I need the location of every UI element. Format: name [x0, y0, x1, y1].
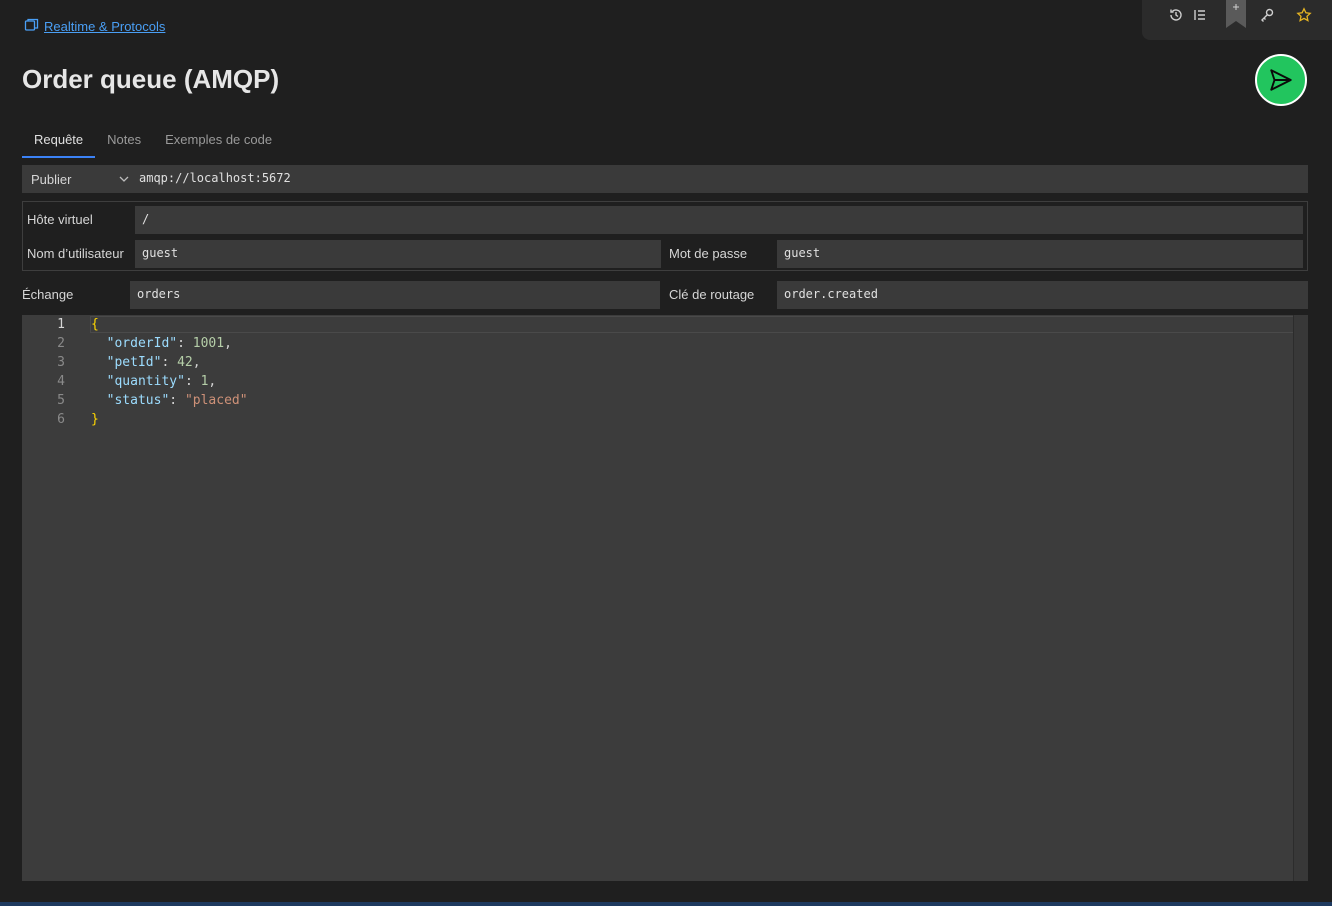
bookmark-icon[interactable] [1226, 0, 1246, 28]
editor-scrollbar[interactable] [1293, 315, 1308, 881]
list-icon[interactable] [1189, 4, 1211, 26]
url-input[interactable]: amqp://localhost:5672 [139, 171, 291, 185]
tab-code-examples[interactable]: Exemples de code [153, 126, 284, 156]
password-field[interactable]: guest [777, 240, 1303, 268]
line-number: 2 [57, 336, 65, 351]
connection-settings: Hôte virtuel / Nom d’utilisateur guest M… [22, 201, 1308, 271]
star-icon[interactable] [1293, 4, 1315, 26]
code-line: "quantity": 1, [106, 374, 217, 389]
username-label: Nom d’utilisateur [27, 246, 124, 261]
line-number: 1 [57, 317, 65, 332]
tab-notes[interactable]: Notes [95, 126, 153, 156]
method-select[interactable]: Publier [22, 165, 130, 193]
body-editor[interactable]: 1 2 3 4 5 6 { "orderId": 1001, "petId": … [22, 315, 1308, 881]
page-title: Order queue (AMQP) [22, 64, 280, 94]
current-line-highlight [90, 316, 1298, 333]
code-line: { [91, 317, 99, 332]
history-icon[interactable] [1165, 4, 1187, 26]
exchange-label: Échange [22, 287, 74, 302]
code-line: "status": "placed" [106, 393, 248, 408]
vhost-field[interactable]: / [135, 206, 1303, 234]
collection-icon [24, 17, 40, 36]
username-field[interactable]: guest [135, 240, 661, 268]
tab-request[interactable]: Requête [22, 126, 96, 158]
key-icon[interactable] [1256, 4, 1278, 26]
url-bar: Publier amqp://localhost:5672 [22, 165, 1308, 193]
code-line: } [91, 412, 99, 427]
routing-key-field[interactable]: order.created [777, 281, 1308, 309]
code-line: "petId": 42, [106, 355, 201, 370]
line-number: 6 [57, 412, 65, 427]
request-tabs: Requête Notes Exemples de code [22, 126, 284, 158]
status-strip [0, 902, 1332, 906]
method-label: Publier [31, 171, 72, 187]
vhost-label: Hôte virtuel [27, 212, 93, 227]
chevron-down-icon [119, 176, 129, 182]
send-icon [1270, 69, 1292, 91]
password-label: Mot de passe [669, 246, 748, 261]
line-number: 4 [57, 374, 65, 389]
line-number: 5 [57, 393, 65, 408]
code-line: "orderId": 1001, [106, 336, 232, 351]
routing-key-label: Clé de routage [669, 287, 755, 302]
breadcrumb-link[interactable]: Realtime & Protocols [44, 19, 165, 34]
line-number: 3 [57, 355, 65, 370]
breadcrumb: Realtime & Protocols [24, 17, 165, 36]
exchange-field[interactable]: orders [130, 281, 660, 309]
send-button[interactable] [1255, 54, 1307, 106]
